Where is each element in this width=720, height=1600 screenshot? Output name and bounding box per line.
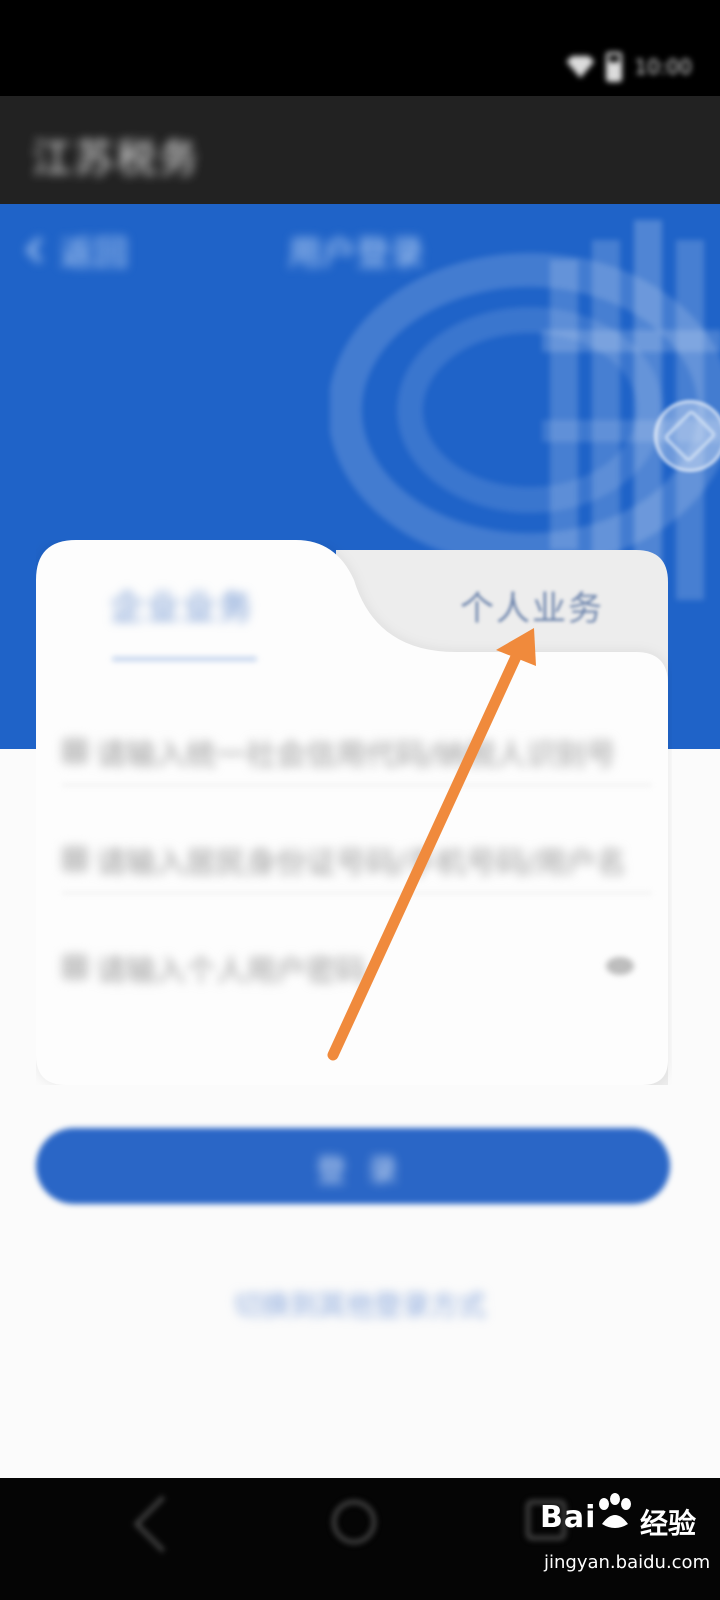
wifi-icon <box>566 56 595 78</box>
paw-icon <box>599 1493 631 1528</box>
password-field[interactable]: 请输入个人用户密码 <box>62 938 652 998</box>
back-button[interactable]: 返回 <box>26 228 128 274</box>
field-divider <box>62 784 652 786</box>
taxpayer-id-field[interactable]: 请输入统一社会信用代码/纳税人识别号 <box>62 722 652 782</box>
status-icons: 10:00 <box>566 52 692 82</box>
app-title: 江苏税务 <box>32 136 200 182</box>
baidu-jingyan-watermark: Bai 经验 jingyan.baidu.com <box>540 1490 710 1590</box>
lock-icon <box>62 954 88 980</box>
watermark-url: jingyan.baidu.com <box>544 1552 711 1573</box>
user-account-field[interactable]: 请输入居民身份证号码/手机号码/用户名 <box>62 830 652 890</box>
company-id-icon <box>62 738 88 764</box>
phone-screen: 10:00 江苏税务 返回 用户登录 企业业务 个人业务 请输入统一社会信用代码… <box>0 0 720 1600</box>
tab-personal-business[interactable]: 个人业务 <box>460 581 604 630</box>
chevron-left-icon <box>26 237 52 263</box>
switch-login-method-link[interactable]: 切换到其他登录方式 <box>0 1284 720 1324</box>
page-title: 用户登录 <box>288 234 424 274</box>
field-divider <box>62 892 652 894</box>
back-label: 返回 <box>60 233 128 274</box>
password-placeholder: 请输入个人用户密码 <box>96 954 366 989</box>
eye-icon[interactable] <box>606 957 634 975</box>
watermark-brand: Bai <box>540 1500 597 1535</box>
login-button-label: 登 录 <box>316 1154 404 1189</box>
watermark-jingyan: 经验 <box>640 1507 697 1540</box>
user-icon <box>62 846 88 872</box>
status-time: 10:00 <box>634 55 692 79</box>
nav-home-icon[interactable] <box>332 1500 376 1544</box>
taxpayer-id-placeholder: 请输入统一社会信用代码/纳税人识别号 <box>96 738 617 773</box>
tab-active-indicator <box>112 657 257 661</box>
battery-icon <box>606 52 623 82</box>
user-account-placeholder: 请输入居民身份证号码/手机号码/用户名 <box>96 846 627 881</box>
tab-company-business[interactable]: 企业业务 <box>110 580 254 629</box>
